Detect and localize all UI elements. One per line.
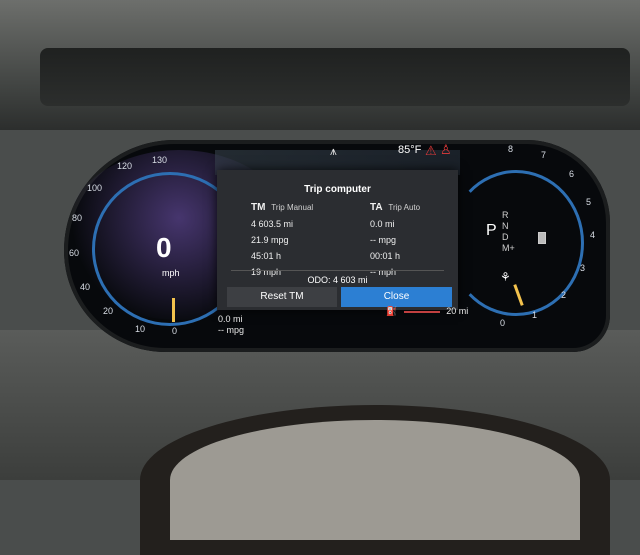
outside-temperature: 85°F — [398, 144, 422, 156]
power-tick: 5 — [586, 197, 592, 207]
speed-tick: 0 — [172, 326, 178, 336]
power-tick: 3 — [580, 263, 586, 273]
odometer-readout: ODO: 4 603 mi — [307, 275, 368, 285]
power-tick: 0 — [500, 318, 506, 328]
speed-unit: mph — [162, 268, 180, 278]
speed-tick: 130 — [152, 155, 168, 165]
speed-tick: 60 — [69, 248, 80, 258]
steering-wheel-hub — [170, 420, 580, 540]
trip-manual-economy: 21.9 mpg — [251, 235, 289, 245]
fuel-pump-icon: ⛽ — [386, 306, 398, 316]
speed-tick: 80 — [72, 213, 83, 223]
speed-tick: 40 — [80, 282, 91, 292]
close-button[interactable]: Close — [341, 287, 452, 307]
range-info: ⛽ 20 mi — [386, 306, 468, 317]
gear-list: R N D M+ — [502, 210, 515, 254]
warning-triangle-icon: ⚠ — [425, 143, 437, 158]
power-tick: 1 — [532, 310, 538, 320]
trip-manual-header: TM Trip Manual — [251, 202, 313, 213]
power-tick: 8 — [508, 144, 514, 154]
trip-manual-time: 45:01 h — [251, 251, 282, 261]
speed-needle — [172, 298, 175, 322]
trip-auto-label: Trip Auto — [388, 203, 421, 212]
range-value: 20 mi — [446, 306, 469, 316]
trip-manual-distance: 4 603.5 mi — [251, 219, 294, 229]
left-trip-economy: -- mpg — [218, 325, 245, 335]
battery-icon — [538, 232, 546, 244]
speed-tick: 10 — [135, 324, 146, 334]
speed-tick: 120 — [117, 161, 133, 171]
gear-option: N — [502, 221, 509, 231]
trip-auto-economy: -- mpg — [370, 235, 397, 245]
road-direction-icon: ⩚ — [330, 144, 337, 158]
trip-auto-time: 00:01 h — [370, 251, 401, 261]
power-tick: 4 — [590, 230, 596, 240]
trip-auto-header: TA Trip Auto — [370, 202, 420, 213]
trip-manual-column: TM Trip Manual 4 603.5 mi 21.9 mpg 45:01… — [251, 202, 313, 277]
reset-tm-button[interactable]: Reset TM — [227, 287, 337, 307]
left-trip-distance: 0.0 mi — [218, 314, 243, 324]
trip-auto-code: TA — [370, 202, 383, 213]
speed-tick: 100 — [87, 183, 103, 193]
power-tick: 7 — [541, 150, 547, 160]
trip-auto-distance: 0.0 mi — [370, 219, 395, 229]
eco-mode-icon: ⚘ — [500, 270, 511, 284]
gear-option: R — [502, 210, 509, 220]
trip-manual-label: Trip Manual — [271, 203, 314, 212]
trip-computer-title: Trip computer — [304, 184, 371, 195]
left-trip-info: 0.0 mi -- mpg — [218, 314, 244, 336]
trip-manual-code: TM — [251, 202, 266, 213]
trip-computer-dialog: Trip computer TM Trip Manual 4 603.5 mi … — [217, 170, 458, 310]
seatbelt-icon: ♙ — [440, 142, 452, 157]
speed-readout: 0 — [156, 232, 172, 263]
trip-auto-column: TA Trip Auto 0.0 mi -- mpg 00:01 h -- mp… — [370, 202, 420, 277]
range-bar — [403, 310, 440, 313]
speed-tick: 20 — [103, 306, 114, 316]
gear-option: M+ — [502, 243, 515, 253]
power-tick: 2 — [561, 290, 567, 300]
gear-option: D — [502, 232, 509, 242]
defroster-vent — [40, 48, 630, 106]
power-tick: 6 — [569, 169, 575, 179]
divider — [231, 270, 444, 271]
selected-gear: P — [486, 222, 497, 239]
